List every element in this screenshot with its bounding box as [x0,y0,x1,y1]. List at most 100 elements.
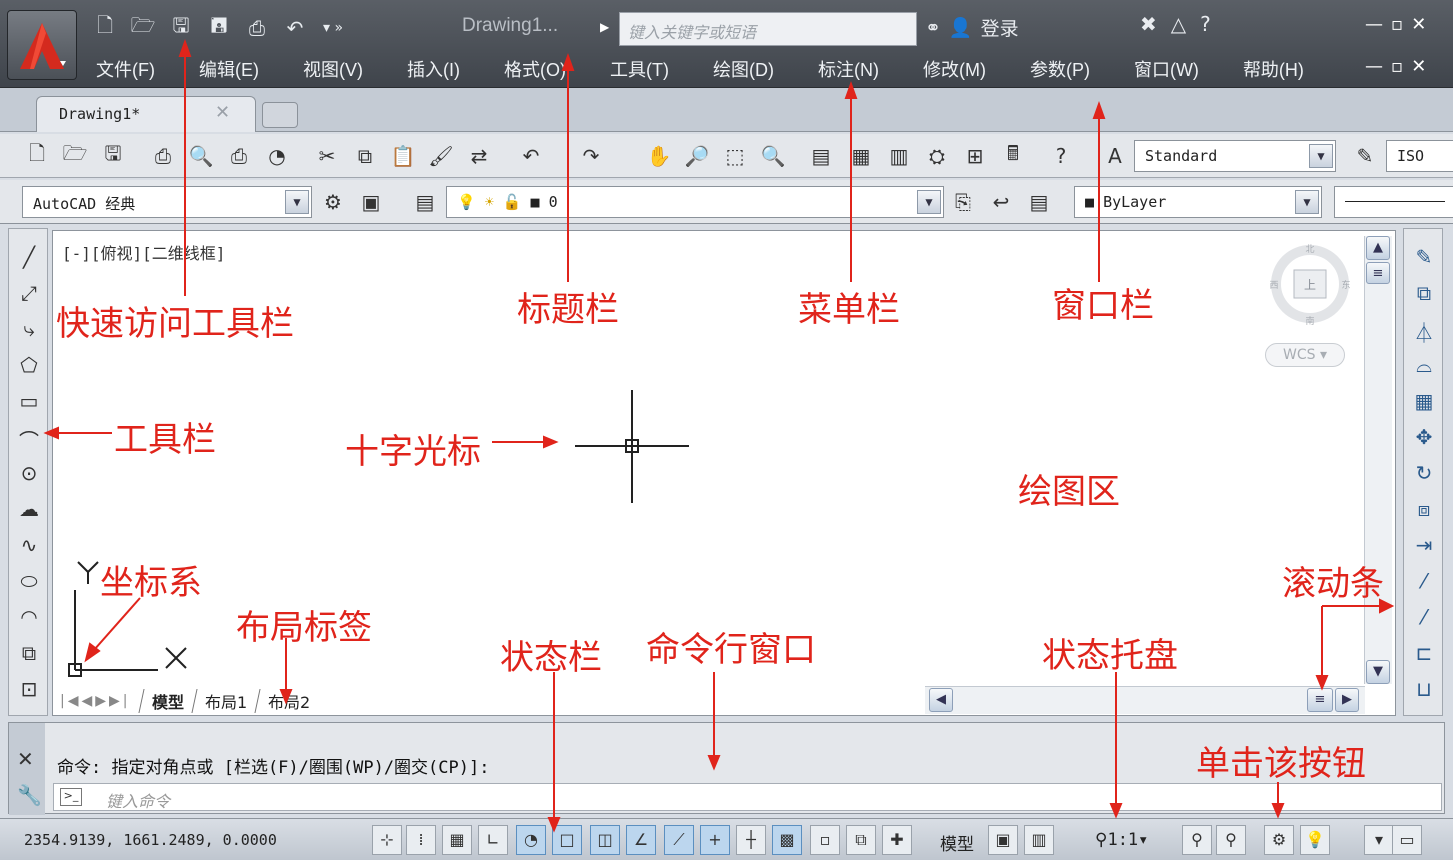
exchange-icon[interactable]: ✖ [1140,12,1157,36]
layer-select[interactable]: 💡 ☀ 🔓 ■ 0 ▼ [446,186,944,218]
close-tab-icon[interactable]: ✕ [215,102,230,123]
preview-icon[interactable]: 🔍 [186,141,216,171]
viewport-controls-label[interactable]: [-][俯视][二维线框] [62,240,225,264]
plot-icon[interactable]: ⎙ [148,141,178,171]
3d-object-snap-icon[interactable]: ◫ [590,825,620,855]
make-block-icon[interactable]: ⊡ [15,677,43,705]
infer-constraints-icon[interactable]: ⊹ [372,825,402,855]
cut-icon[interactable]: ✂ [312,141,342,171]
tool-palettes-icon[interactable]: ▥ [884,141,914,171]
open-icon[interactable]: 🗁 [60,141,90,171]
undo-icon[interactable]: ↶ [278,13,312,43]
text-style-icon[interactable]: A [1100,141,1130,171]
workspace-toggle-icon[interactable]: ▣ [356,187,386,217]
document-window-controls[interactable]: —▫✕ [1365,56,1434,77]
annotation-monitor-icon[interactable]: ✚ [882,825,912,855]
save-as-icon[interactable]: 🖪 [202,13,236,43]
ellipse-icon[interactable]: ⬭ [15,569,43,597]
ellipse-arc-icon[interactable]: ◠ [15,605,43,633]
copy-icon[interactable]: ⧉ [350,141,380,171]
trim-icon[interactable]: ⁄ [1410,569,1438,597]
workspace-settings-icon[interactable]: ⚙ [318,187,348,217]
polar-tracking-icon[interactable]: ◔ [516,825,546,855]
stretch-icon[interactable]: ⇥ [1410,533,1438,561]
auto-scale-icon[interactable]: ⚲ [1216,825,1246,855]
horizontal-scrollbar[interactable]: ◀ ≡ ▶ [925,686,1365,714]
publish-icon[interactable]: ⎙ [224,141,254,171]
color-select[interactable]: ■ ByLayer ▼ [1074,186,1322,218]
application-menu-button[interactable] [7,10,77,80]
dim-style-select[interactable]: ISO [1386,140,1453,172]
login-area[interactable]: ⚭ 👤 登录 [925,14,1019,41]
isolate-objects-icon[interactable]: 💡 [1300,825,1330,855]
menu-window[interactable]: 窗口(W) [1134,56,1199,82]
join-icon[interactable]: ⊔ [1410,677,1438,705]
mirror-icon[interactable]: ⏃ [1410,317,1438,345]
window-controls[interactable]: —▫✕ [1365,14,1434,35]
save-icon[interactable]: 🖫 [98,141,128,171]
login-label[interactable]: 登录 [981,14,1019,41]
zoom-window-icon[interactable]: ⬚ [720,141,750,171]
menu-view[interactable]: 视图(V) [303,56,363,82]
array-icon[interactable]: ▦ [1410,389,1438,417]
layer-previous-icon[interactable]: ↩ [986,187,1016,217]
chevron-down-icon[interactable]: ▼ [1295,190,1319,214]
redo-icon[interactable]: ↷ [576,141,606,171]
polyline-icon[interactable]: ⤷ [15,317,43,345]
construction-line-icon[interactable]: ⤢ [15,281,43,309]
rotate-icon[interactable]: ↻ [1410,461,1438,489]
scroll-down-icon[interactable]: ▼ [1366,660,1390,684]
menu-parametric[interactable]: 参数(P) [1030,56,1090,82]
dynamic-input-icon[interactable]: + [700,825,730,855]
block-editor-icon[interactable]: ⇄ [464,141,494,171]
rectangle-icon[interactable]: ▭ [15,389,43,417]
scroll-thumb[interactable]: ≡ [1366,262,1390,284]
match-properties-icon[interactable]: 🖌 [426,141,456,171]
copy-object-icon[interactable]: ⧉ [1410,281,1438,309]
line-icon[interactable]: ╱ [15,245,43,273]
tab-drawing1[interactable]: Drawing1* ✕ [36,96,256,132]
chevron-down-icon[interactable]: ▼ [917,190,941,214]
open-icon[interactable]: 🗁 [126,13,160,43]
wrench-icon[interactable]: 🔧 [17,783,42,807]
annotation-visibility-icon[interactable]: ⚲ [1182,825,1212,855]
grid-icon[interactable]: ▦ [442,825,472,855]
menu-help[interactable]: 帮助(H) [1243,56,1304,82]
text-style-select[interactable]: Standard ▼ [1134,140,1336,172]
scroll-thumb-horizontal[interactable]: ≡ [1307,688,1333,712]
3d-print-icon[interactable]: ◔ [262,141,292,171]
break-icon[interactable]: ⊏ [1410,641,1438,669]
offset-icon[interactable]: ⌓ [1410,353,1438,381]
wcs-menu[interactable]: WCS ▾ [1265,343,1345,367]
binoculars-icon[interactable]: ⚭ [925,17,941,39]
markup-icon[interactable]: ⊞ [960,141,990,171]
lineweight-icon[interactable]: ┼ [736,825,766,855]
calculator-icon[interactable]: 🖩 [998,141,1028,171]
more-dropdown-icon[interactable]: ▾ » [316,13,350,43]
tab-layout2[interactable]: 布局2 [254,689,323,713]
pan-icon[interactable]: ✋ [644,141,674,171]
design-center-icon[interactable]: ▦ [846,141,876,171]
object-snap-icon[interactable]: □ [552,825,582,855]
arc-icon[interactable]: ⌒ [15,425,43,453]
make-current-icon[interactable]: ⎘ [948,187,978,217]
dynamic-ucs-icon[interactable]: ⟋ [664,825,694,855]
selection-cycling-icon[interactable]: ⧉ [846,825,876,855]
a360-icon[interactable]: △ [1171,12,1186,36]
command-input[interactable]: >_ 键入命令 [53,783,1442,811]
search-input[interactable]: 键入关键字或短语 [619,12,917,46]
new-icon[interactable]: 🗋 [22,141,52,171]
revcloud-icon[interactable]: ☁ [15,497,43,525]
menu-edit[interactable]: 编辑(E) [199,56,259,82]
model-space-label[interactable]: 模型 [940,830,974,855]
extend-icon[interactable]: ⁄ [1410,605,1438,633]
ortho-icon[interactable]: ∟ [478,825,508,855]
object-snap-tracking-icon[interactable]: ∠ [626,825,656,855]
vertical-scrollbar[interactable]: ▲ ≡ ▼ [1364,236,1392,684]
quick-properties-icon[interactable]: ▫ [810,825,840,855]
undo-icon[interactable]: ↶ [516,141,546,171]
scroll-left-icon[interactable]: ◀ [929,688,953,712]
erase-icon[interactable]: ✎ [1410,245,1438,273]
save-icon[interactable]: 🖫 [164,13,198,43]
sheet-set-icon[interactable]: ⛭ [922,141,952,171]
